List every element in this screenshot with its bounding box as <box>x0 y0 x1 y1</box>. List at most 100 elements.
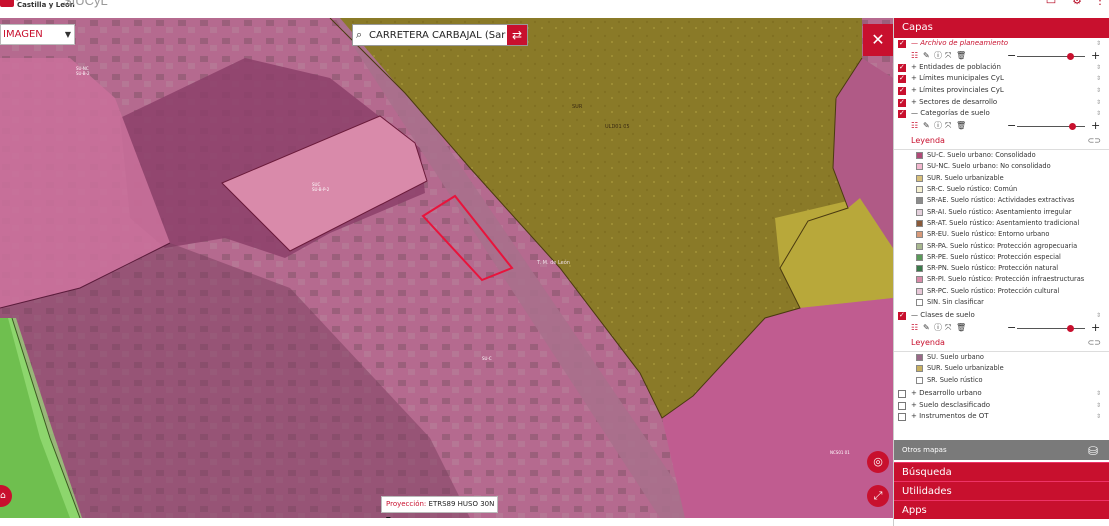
opacity-plus-button[interactable]: + <box>1091 321 1100 334</box>
search-box[interactable]: ⌕ ⇄ <box>352 24 528 46</box>
layer-sectores[interactable]: + Sectores de desarrollo ⇕ <box>894 97 1109 109</box>
layer-clases[interactable]: — Clases de suelo ⇕ <box>894 310 1109 322</box>
checkbox[interactable] <box>898 389 906 398</box>
busqueda-button[interactable]: Búsqueda <box>894 462 1109 481</box>
checkbox[interactable] <box>898 62 906 73</box>
opacity-minus-button[interactable]: − <box>1007 49 1016 62</box>
opacity-slider-handle[interactable] <box>1067 324 1074 332</box>
checkbox[interactable] <box>898 310 906 322</box>
link-icon[interactable]: ⊂⊃ <box>1088 334 1101 352</box>
expand-icon[interactable]: + <box>911 86 919 94</box>
expand-icon: ⤢ <box>873 489 883 502</box>
pencil-icon[interactable]: ✎ <box>923 121 930 130</box>
opacity-minus-button[interactable]: − <box>1007 119 1016 132</box>
legend-header[interactable]: Leyenda ⊂⊃ <box>894 132 1109 151</box>
filter-button[interactable]: ⇄ <box>507 25 527 45</box>
link-icon[interactable]: ⊂⊃ <box>1088 132 1101 150</box>
projection-select[interactable]: Proyección: ETRS89 HUSO 30N ▼ <box>381 496 498 518</box>
legend-item: SR-AT. Suelo rústico: Asentamiento tradi… <box>894 218 1109 229</box>
more-icon[interactable]: ⋮ <box>1094 0 1106 6</box>
zoom-extent-icon[interactable]: ⤧ <box>945 323 951 332</box>
legend-label: SIN. Sin clasificar <box>927 297 984 306</box>
trash-icon[interactable]: 🗑 <box>956 323 966 332</box>
expand-icon[interactable]: + <box>911 389 919 397</box>
reorder-icon[interactable]: ⇕ <box>1096 411 1101 423</box>
print-icon[interactable]: ▭ <box>1045 0 1057 6</box>
layer-instrumentos[interactable]: + Instrumentos de OT ⇕ <box>894 411 1109 423</box>
legend-item: SR-PE. Suelo rústico: Protección especia… <box>894 252 1109 263</box>
reorder-icon[interactable]: ⇕ <box>1096 400 1101 412</box>
checkbox[interactable] <box>898 85 906 97</box>
fullscreen-button[interactable]: ⤢ <box>867 485 889 507</box>
filter-list-icon[interactable]: ☷ <box>911 323 918 332</box>
legend-swatch <box>916 152 923 160</box>
info-icon[interactable]: ⓘ <box>934 323 942 332</box>
legend-label: SR-AE. Suelo rústico: Actividades extrac… <box>927 196 1075 205</box>
locate-button[interactable]: ◎ <box>867 451 889 473</box>
utilidades-button[interactable]: Utilidades <box>894 481 1109 500</box>
layer-categorias[interactable]: — Categorías de suelo ⇕ <box>894 108 1109 120</box>
map-view[interactable]: SUR ULD01 05 T. M. de León SUC SU-B-P-2 … <box>0 18 893 518</box>
zoom-extent-icon[interactable]: ⤧ <box>945 51 951 60</box>
filter-list-icon[interactable]: ☷ <box>911 51 918 60</box>
info-icon[interactable]: ⓘ <box>934 121 942 130</box>
trash-icon[interactable]: 🗑 <box>956 51 966 60</box>
reorder-icon[interactable]: ⇕ <box>1096 97 1101 109</box>
expand-icon[interactable]: + <box>911 63 919 71</box>
search-input[interactable] <box>369 28 507 42</box>
expand-icon[interactable]: + <box>911 98 919 106</box>
layer-entidades[interactable]: + Entidades de población ⇕ <box>894 62 1109 74</box>
pencil-icon[interactable]: ✎ <box>923 323 930 332</box>
reorder-icon[interactable]: ⇕ <box>1096 73 1101 85</box>
layer-limites-provinciales[interactable]: + Límites provinciales CyL ⇕ <box>894 85 1109 97</box>
reorder-icon[interactable]: ⇕ <box>1096 85 1101 97</box>
map-canvas[interactable] <box>0 18 893 518</box>
otros-mapas-button[interactable]: Otros mapas ⛁ <box>894 440 1109 460</box>
legend-label: SU-NC. Suelo urbano: No consolidado <box>927 162 1051 171</box>
checkbox[interactable] <box>898 413 906 422</box>
expand-icon[interactable]: + <box>911 412 919 420</box>
base-layer-value: IMAGEN <box>3 29 43 40</box>
legend-item: SR-AI. Suelo rústico: Asentamiento irreg… <box>894 207 1109 218</box>
reorder-icon[interactable]: ⇕ <box>1096 388 1101 400</box>
opacity-slider-handle[interactable] <box>1067 52 1074 60</box>
checkbox[interactable] <box>898 108 906 120</box>
legend-item: SR-PI. Suelo rústico: Protección infraes… <box>894 274 1109 285</box>
info-icon[interactable]: ⓘ <box>934 51 942 60</box>
checkbox[interactable] <box>898 97 906 108</box>
collapse-icon[interactable]: — <box>911 109 920 117</box>
trash-icon[interactable]: 🗑 <box>956 121 966 130</box>
filter-list-icon[interactable]: ☷ <box>911 121 918 130</box>
otros-mapas-label: Otros mapas <box>902 446 947 454</box>
opacity-minus-button[interactable]: − <box>1007 321 1016 334</box>
reorder-icon[interactable]: ⇕ <box>1096 62 1101 74</box>
legend-title: Leyenda <box>911 337 945 347</box>
base-layer-select[interactable]: IMAGEN ▼ <box>0 24 75 45</box>
opacity-plus-button[interactable]: + <box>1091 49 1100 62</box>
legend-swatch <box>916 298 923 306</box>
pencil-icon[interactable]: ✎ <box>923 51 930 60</box>
apps-button[interactable]: Apps <box>894 500 1109 519</box>
opacity-plus-button[interactable]: + <box>1091 119 1100 132</box>
collapse-icon[interactable]: — <box>911 311 920 319</box>
settings-icon[interactable]: ⚙ <box>1071 0 1083 6</box>
layer-archivo[interactable]: — Archivo de planeamiento ⇕ <box>894 38 1109 50</box>
checkbox[interactable] <box>898 73 906 85</box>
opacity-slider[interactable] <box>1017 327 1085 329</box>
layer-desclasificado[interactable]: + Suelo desclasificado ⇕ <box>894 400 1109 412</box>
opacity-slider[interactable] <box>1017 55 1085 57</box>
label-road: T. M. de León <box>537 260 570 266</box>
layer-label: Categorías de suelo <box>920 109 990 118</box>
zoom-extent-icon[interactable]: ⤧ <box>945 121 951 130</box>
collapse-icon[interactable]: — <box>911 39 920 47</box>
legend-header[interactable]: Leyenda ⊂⊃ <box>894 334 1109 352</box>
checkbox[interactable] <box>898 401 906 410</box>
close-panel-button[interactable]: ✕ <box>863 24 893 56</box>
expand-icon[interactable]: + <box>911 401 919 409</box>
opacity-slider-handle[interactable] <box>1069 123 1076 131</box>
layer-tools: ☷ ✎ ⓘ ⤧ 🗑 − + <box>894 49 1109 62</box>
layer-limites-municipales[interactable]: + Límites municipales CyL ⇕ <box>894 73 1109 85</box>
checkbox[interactable] <box>898 38 906 50</box>
layer-desarrollo[interactable]: + Desarrollo urbano ⇕ <box>894 388 1109 400</box>
expand-icon[interactable]: + <box>911 74 919 82</box>
